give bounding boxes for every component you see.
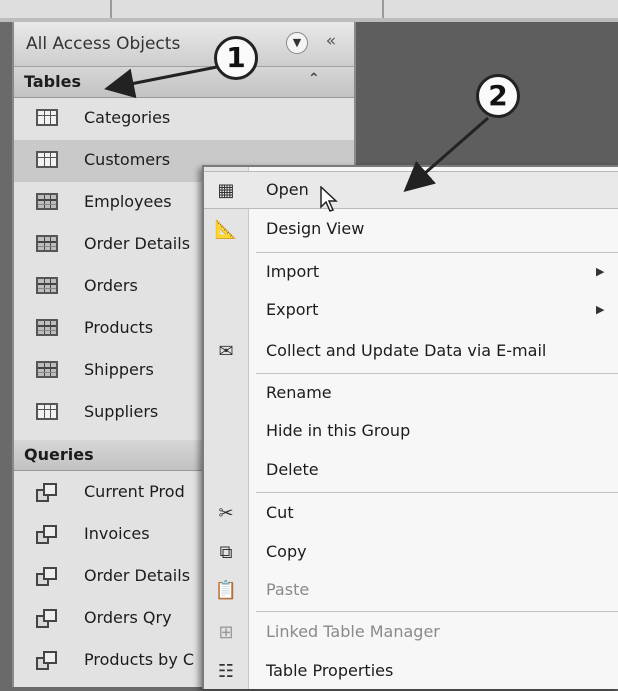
callout-badge-2: 2	[476, 74, 520, 118]
callout-badge-1: 1	[214, 36, 258, 80]
callout-arrow-1	[104, 64, 223, 99]
callout-arrows	[104, 64, 489, 192]
callout-arrow-2	[403, 116, 489, 192]
mouse-pointer-icon	[320, 186, 338, 212]
